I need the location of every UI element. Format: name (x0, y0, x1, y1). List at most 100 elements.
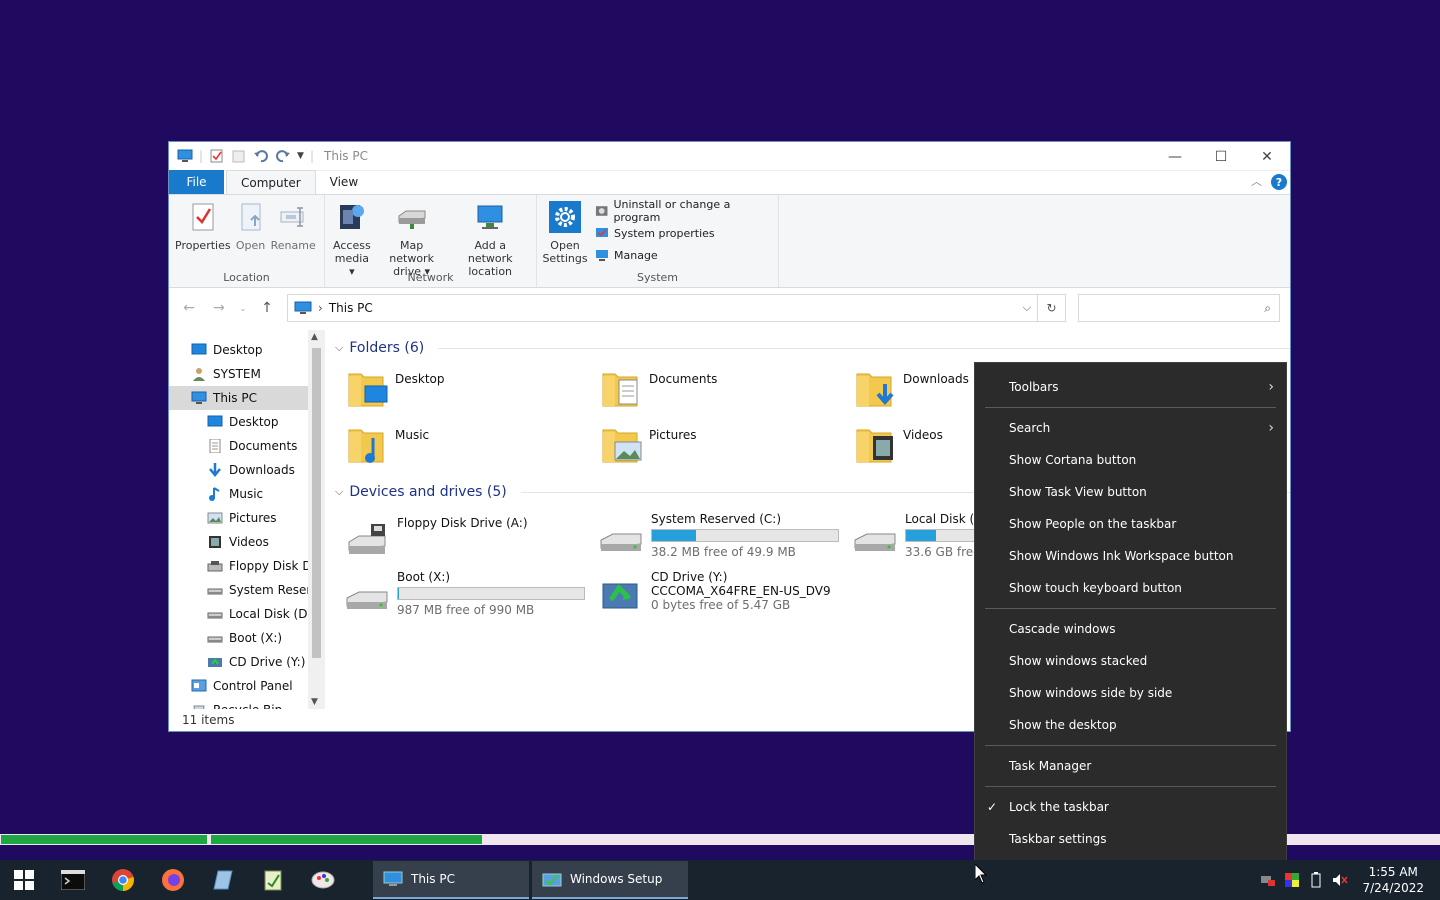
drive-name: Floppy Disk Drive (A:) (397, 516, 528, 530)
nav-tree-item[interactable]: Downloads (169, 458, 325, 482)
volume-muted-icon[interactable] (1332, 872, 1349, 888)
color-tray-icon[interactable] (1284, 872, 1300, 888)
collapse-chevron-icon[interactable]: ⌵ (335, 485, 343, 499)
taskbar-firefox-button[interactable] (148, 860, 198, 900)
menu-item-show-ink[interactable]: Show Windows Ink Workspace button (975, 540, 1286, 572)
open-button[interactable]: Open (235, 201, 267, 252)
drive-tile[interactable]: Boot (X:) 987 MB free of 990 MB (345, 570, 599, 622)
scroll-up-icon[interactable]: ▲ (311, 332, 318, 342)
tab-view[interactable]: View (316, 170, 372, 194)
drive-tile[interactable]: Floppy Disk Drive (A:) (345, 512, 599, 564)
help-icon[interactable]: ? (1271, 174, 1287, 190)
network-tray-icon[interactable] (1260, 872, 1276, 888)
search-input[interactable]: ⌕ (1078, 294, 1280, 322)
nav-tree-item[interactable]: System Reserve (169, 578, 325, 602)
menu-item-label: Toolbars (1009, 380, 1059, 394)
customize-qa-dropdown-icon[interactable]: ▼ (297, 151, 304, 161)
minimize-button[interactable]: — (1152, 142, 1198, 171)
window-controls: — ☐ ✕ (1152, 142, 1290, 171)
scroll-thumb[interactable] (312, 348, 321, 658)
map-network-drive-button[interactable]: Map network drive ▾ (377, 201, 447, 278)
breadcrumb-this-pc[interactable]: This PC (329, 301, 373, 315)
recent-locations-chevron-icon[interactable]: ⌄ (239, 304, 247, 313)
tab-computer[interactable]: Computer (226, 170, 316, 194)
clock-date: 7/24/2022 (1362, 881, 1424, 895)
start-button[interactable] (0, 860, 48, 900)
menu-item-show-cortana[interactable]: Show Cortana button (975, 444, 1286, 476)
nav-tree-item[interactable]: Recycle Bin (169, 698, 325, 709)
nav-tree-item[interactable]: Local Disk (D:) (169, 602, 325, 626)
taskbar-window-button[interactable]: Windows Setup (532, 861, 688, 899)
nav-tree-item[interactable]: SYSTEM (169, 362, 325, 386)
scroll-down-icon[interactable]: ▼ (311, 697, 318, 707)
collapse-ribbon-icon[interactable]: ︿ (1251, 173, 1262, 189)
manage-button[interactable]: Manage (595, 247, 774, 263)
properties-icon[interactable] (209, 149, 225, 163)
address-bar[interactable]: › This PC ⌵ ↻ (287, 294, 1066, 322)
menu-item-side-by-side[interactable]: Show windows side by side (975, 677, 1286, 709)
folders-section-header[interactable]: ⌵ Folders (6) (335, 336, 1290, 360)
address-dropdown-icon[interactable]: ⌵ (1023, 301, 1031, 315)
folder-tile[interactable]: Desktop (345, 366, 599, 414)
nav-tree-label: CD Drive (Y:) C (229, 655, 318, 669)
back-arrow-icon[interactable]: ← (179, 300, 199, 316)
taskbar-notepad-button[interactable] (248, 860, 298, 900)
clock[interactable]: 1:55 AM 7/24/2022 (1362, 864, 1424, 896)
nav-tree-item[interactable]: Control Panel (169, 674, 325, 698)
nav-tree-item[interactable]: Desktop (169, 410, 325, 434)
open-settings-button[interactable]: Open Settings (542, 201, 588, 265)
taskbar-window-button[interactable]: This PC (373, 861, 529, 899)
up-arrow-icon[interactable]: ↑ (257, 300, 277, 316)
refresh-icon[interactable]: ↻ (1037, 295, 1065, 321)
forward-arrow-icon[interactable]: → (209, 300, 229, 316)
folder-tile[interactable]: Music (345, 422, 599, 470)
taskbar-app-button[interactable] (198, 860, 248, 900)
menu-item-show-people[interactable]: Show People on the taskbar (975, 508, 1286, 540)
nav-tree-item[interactable]: Documents (169, 434, 325, 458)
menu-item-search[interactable]: Search › (975, 412, 1286, 444)
drive-tile[interactable]: CD Drive (Y:) CCCOMA_X64FRE_EN-US_DV9 0 by… (599, 570, 853, 622)
menu-item-show-task-view[interactable]: Show Task View button (975, 476, 1286, 508)
redo-icon[interactable] (275, 149, 291, 163)
drive-tile[interactable]: System Reserved (C:) 38.2 MB free of 49.9… (599, 512, 853, 564)
drive-info: Boot (X:) 987 MB free of 990 MB (397, 570, 587, 622)
access-media-button[interactable]: Access media ▾ (331, 201, 373, 278)
navigation-pane-scrollbar[interactable]: ▲ ▼ (308, 330, 325, 709)
menu-item-cascade[interactable]: Cascade windows (975, 613, 1286, 645)
maximize-button[interactable]: ☐ (1198, 142, 1244, 171)
drive-usage-fill (398, 588, 399, 599)
taskbar-chrome-button[interactable] (98, 860, 148, 900)
collapse-chevron-icon[interactable]: ⌵ (335, 341, 343, 355)
uninstall-program-button[interactable]: Uninstall or change a program (595, 198, 774, 224)
menu-item-show-touch-keyboard[interactable]: Show touch keyboard button (975, 572, 1286, 604)
menu-item-toolbars[interactable]: Toolbars › (975, 371, 1286, 403)
nav-tree-item[interactable]: Videos (169, 530, 325, 554)
nav-tree-item[interactable]: Desktop (169, 338, 325, 362)
nav-tree-item[interactable]: Music (169, 482, 325, 506)
nav-tree-item[interactable]: Pictures (169, 506, 325, 530)
menu-item-task-manager[interactable]: Task Manager (975, 750, 1286, 782)
system-properties-button[interactable]: System properties (595, 225, 774, 241)
nav-tree-item[interactable]: Floppy Disk Dri (169, 554, 325, 578)
taskbar-paint-button[interactable] (298, 860, 348, 900)
properties-button[interactable]: Properties (175, 201, 231, 252)
menu-item-show-desktop[interactable]: Show the desktop (975, 709, 1286, 741)
nav-tree-item[interactable]: CD Drive (Y:) C (169, 650, 325, 674)
undo-icon[interactable] (253, 149, 269, 163)
folder-tile[interactable]: Pictures (599, 422, 853, 470)
properties-icon (192, 203, 214, 231)
close-button[interactable]: ✕ (1244, 142, 1290, 171)
folder-tile[interactable]: Documents (599, 366, 853, 414)
nav-tree-item[interactable]: Boot (X:) (169, 626, 325, 650)
menu-item-lock-taskbar[interactable]: ✓ Lock the taskbar (975, 791, 1286, 823)
rename-button[interactable]: Rename (271, 201, 316, 252)
menu-item-stacked[interactable]: Show windows stacked (975, 645, 1286, 677)
menu-item-taskbar-settings[interactable]: Taskbar settings (975, 823, 1286, 855)
taskbar-terminal-button[interactable] (48, 860, 98, 900)
add-network-location-button[interactable]: Add a network location (450, 201, 530, 278)
battery-icon[interactable] (1308, 872, 1324, 888)
new-folder-icon[interactable] (231, 149, 247, 163)
ribbon-group-system: Open Settings Uninstall or change a prog… (537, 195, 779, 287)
tab-file[interactable]: File (169, 170, 224, 194)
nav-tree-item[interactable]: This PC (169, 386, 325, 410)
